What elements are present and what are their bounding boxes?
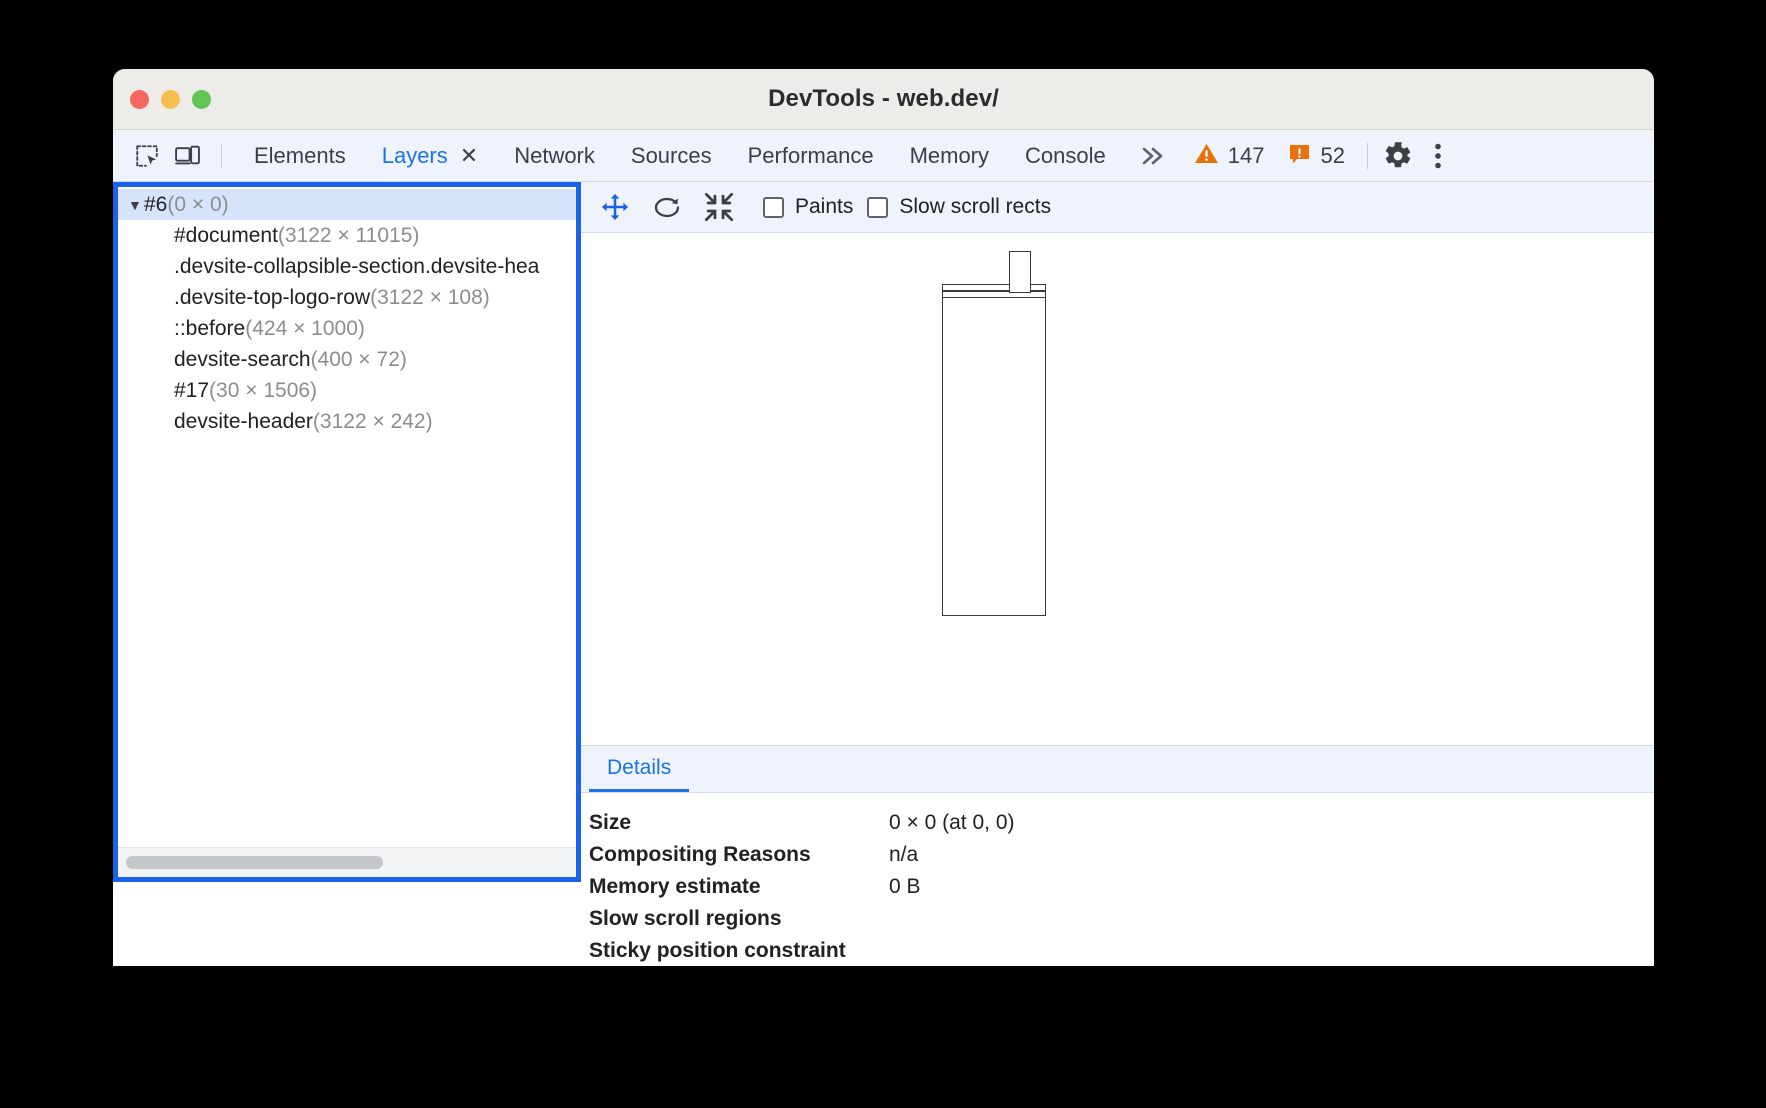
tab-sources[interactable]: Sources bbox=[613, 130, 730, 181]
layer-tree-row[interactable]: .devsite-collapsible-section.devsite-hea bbox=[118, 251, 576, 282]
tab-details[interactable]: Details bbox=[589, 756, 689, 792]
toolbar-divider bbox=[221, 143, 222, 169]
detail-label: Slow scroll regions bbox=[589, 907, 889, 931]
rotate-icon[interactable] bbox=[645, 187, 689, 227]
more-tabs-chevron-icon[interactable] bbox=[1124, 145, 1182, 167]
paints-checkbox-label: Paints bbox=[795, 195, 853, 219]
layer-tree-row[interactable]: devsite-search (400 × 72) bbox=[118, 344, 576, 375]
tab-network[interactable]: Network bbox=[496, 130, 613, 181]
detail-value: 0 B bbox=[889, 875, 921, 899]
minimize-window-button[interactable] bbox=[161, 90, 180, 109]
panel-tab-list: Elements Layers ✕ Network Sources Perfor… bbox=[236, 130, 1644, 181]
pan-move-icon[interactable] bbox=[593, 187, 637, 227]
detail-value: n/a bbox=[889, 843, 918, 867]
devtools-body: ▼ #6 (0 × 0) #document (3122 × 11015) .d… bbox=[113, 182, 1654, 966]
layer-node-name: devsite-search bbox=[174, 348, 311, 372]
tab-console[interactable]: Console bbox=[1007, 130, 1124, 181]
layer-node-name: ::before bbox=[174, 317, 245, 341]
toolbar-divider-right bbox=[1367, 143, 1368, 169]
maximize-window-button[interactable] bbox=[192, 90, 211, 109]
detail-row-size: Size 0 × 0 (at 0, 0) bbox=[589, 807, 1654, 839]
layer-slab-main[interactable] bbox=[942, 291, 1046, 616]
devtools-tabbar: Elements Layers ✕ Network Sources Perfor… bbox=[113, 130, 1654, 182]
warning-triangle-icon bbox=[1194, 142, 1219, 170]
layer-node-dims: (30 × 1506) bbox=[209, 379, 317, 403]
detail-label: Sticky position constraint bbox=[589, 939, 889, 963]
layer-tree-row[interactable]: ::before (424 × 1000) bbox=[118, 313, 576, 344]
detail-value: 0 × 0 (at 0, 0) bbox=[889, 811, 1015, 835]
collapse-arrows-icon[interactable] bbox=[697, 187, 741, 227]
issue-counters: 147 52 bbox=[1182, 142, 1357, 170]
tab-elements[interactable]: Elements bbox=[236, 130, 364, 181]
details-tabbar: Details bbox=[581, 746, 1654, 793]
layer-tree-row[interactable]: devsite-header (3122 × 242) bbox=[118, 406, 576, 437]
warning-count-value: 147 bbox=[1228, 143, 1265, 169]
tab-memory[interactable]: Memory bbox=[892, 130, 1007, 181]
details-pane: Details Size 0 × 0 (at 0, 0) Compositing… bbox=[581, 745, 1654, 966]
details-rows: Size 0 × 0 (at 0, 0) Compositing Reasons… bbox=[581, 793, 1654, 966]
device-toolbar-icon[interactable] bbox=[167, 136, 207, 176]
layer-tree-row[interactable]: #document (3122 × 11015) bbox=[118, 220, 576, 251]
close-layers-tab-icon[interactable]: ✕ bbox=[456, 130, 496, 181]
layer-node-dims: (3122 × 11015) bbox=[278, 224, 419, 248]
gear-icon[interactable] bbox=[1378, 136, 1418, 176]
slow-scroll-rects-checkbox[interactable]: Slow scroll rects bbox=[867, 195, 1051, 219]
issue-count[interactable]: 52 bbox=[1276, 142, 1356, 170]
layers-toolbar: Paints Slow scroll rects bbox=[581, 182, 1654, 233]
window-title: DevTools - web.dev/ bbox=[113, 85, 1654, 113]
traffic-light-group bbox=[130, 69, 211, 129]
detail-label: Memory estimate bbox=[589, 875, 889, 899]
layer-node-name: #6 bbox=[144, 193, 167, 217]
detail-row-memory-estimate: Memory estimate 0 B bbox=[589, 871, 1654, 903]
layer-tree-list: ▼ #6 (0 × 0) #document (3122 × 11015) .d… bbox=[118, 187, 576, 840]
tab-performance[interactable]: Performance bbox=[730, 130, 892, 181]
layer-tree-panel[interactable]: ▼ #6 (0 × 0) #document (3122 × 11015) .d… bbox=[113, 182, 581, 882]
layer-tree-row[interactable]: #17 (30 × 1506) bbox=[118, 375, 576, 406]
checkbox-box-icon[interactable] bbox=[763, 197, 784, 218]
detail-row-slow-scroll-regions: Slow scroll regions bbox=[589, 903, 1654, 935]
checkbox-box-icon[interactable] bbox=[867, 197, 888, 218]
layers-3d-canvas[interactable] bbox=[581, 233, 1654, 745]
devtools-window: DevTools - web.dev/ bbox=[113, 69, 1654, 966]
layer-node-name: #17 bbox=[174, 379, 209, 403]
scrollbar-thumb[interactable] bbox=[126, 856, 383, 869]
warning-count[interactable]: 147 bbox=[1182, 142, 1277, 170]
chevron-down-icon[interactable]: ▼ bbox=[128, 198, 144, 212]
layer-node-dims: (0 × 0) bbox=[167, 193, 228, 217]
detail-label: Compositing Reasons bbox=[589, 843, 889, 867]
paints-checkbox[interactable]: Paints bbox=[763, 195, 853, 219]
layer-node-name: .devsite-collapsible-section.devsite-hea bbox=[174, 255, 539, 279]
layer-node-dims: (400 × 72) bbox=[311, 348, 407, 372]
issue-count-value: 52 bbox=[1320, 143, 1344, 169]
layer-node-name: #document bbox=[174, 224, 278, 248]
issue-square-icon bbox=[1288, 142, 1311, 170]
layer-tree-row-root[interactable]: ▼ #6 (0 × 0) bbox=[118, 189, 576, 220]
layer-slab-tab[interactable] bbox=[1009, 251, 1031, 293]
inspect-element-icon[interactable] bbox=[127, 136, 167, 176]
slow-scroll-rects-checkbox-label: Slow scroll rects bbox=[899, 195, 1051, 219]
kebab-menu-icon[interactable] bbox=[1418, 136, 1458, 176]
screen-root: DevTools - web.dev/ bbox=[0, 0, 1766, 1108]
window-titlebar: DevTools - web.dev/ bbox=[113, 69, 1654, 130]
layer-tree-horizontal-scrollbar[interactable] bbox=[118, 847, 576, 877]
layer-tree-row[interactable]: .devsite-top-logo-row (3122 × 108) bbox=[118, 282, 576, 313]
layer-node-name: .devsite-top-logo-row bbox=[174, 286, 370, 310]
close-window-button[interactable] bbox=[130, 90, 149, 109]
layer-node-name: devsite-header bbox=[174, 410, 313, 434]
detail-label: Size bbox=[589, 811, 889, 835]
layer-node-dims: (3122 × 242) bbox=[313, 410, 433, 434]
layer-node-dims: (3122 × 108) bbox=[370, 286, 490, 310]
detail-row-sticky-position-constraint: Sticky position constraint bbox=[589, 935, 1654, 966]
tab-layers[interactable]: Layers bbox=[364, 130, 456, 181]
layer-node-dims: (424 × 1000) bbox=[245, 317, 365, 341]
layers-view-pane: Paints Slow scroll rects bbox=[581, 182, 1654, 966]
detail-row-compositing-reasons: Compositing Reasons n/a bbox=[589, 839, 1654, 871]
